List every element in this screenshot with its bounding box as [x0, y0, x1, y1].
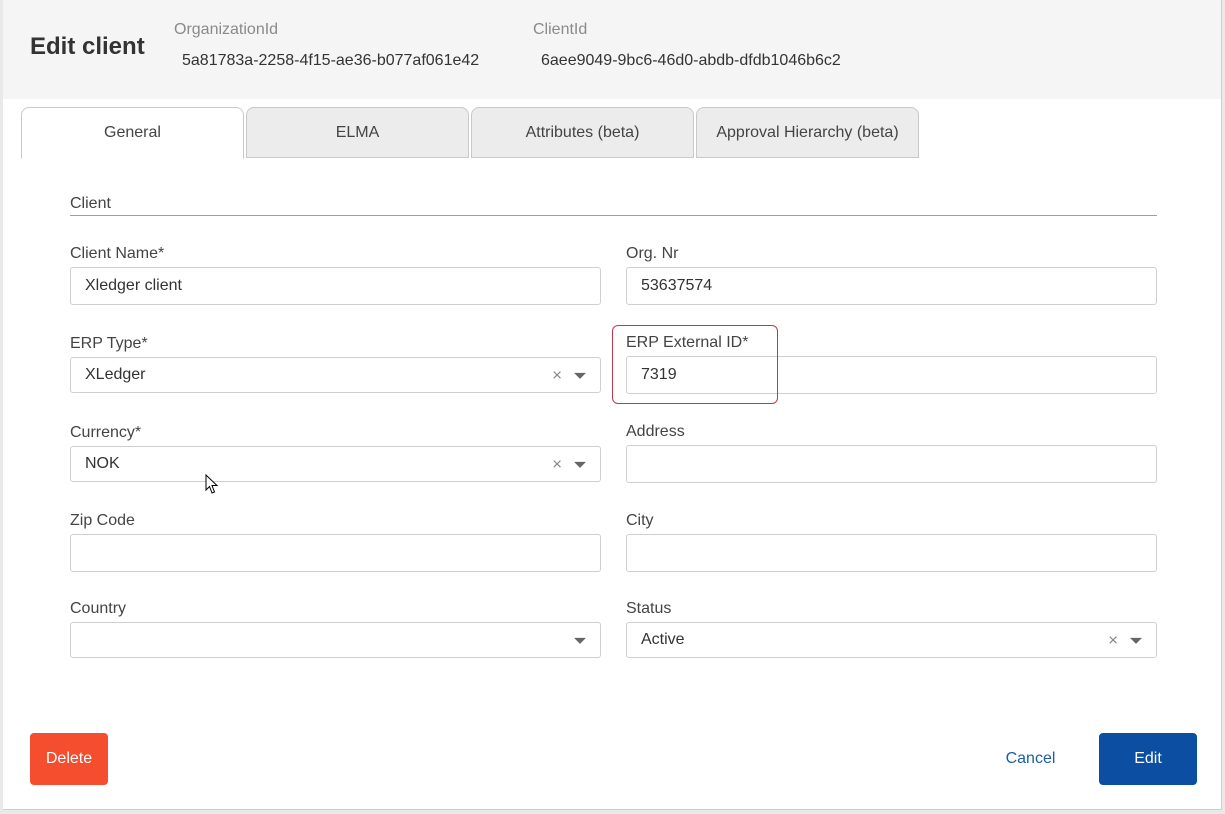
chevron-down-icon[interactable]	[1130, 637, 1142, 644]
address-input[interactable]	[626, 445, 1157, 483]
chevron-down-icon[interactable]	[574, 461, 586, 468]
erp-external-id-value: 7319	[641, 366, 677, 383]
client-id-value: 6aee9049-9bc6-46d0-abdb-dfdb1046b6c2	[541, 52, 841, 69]
country-select[interactable]	[70, 622, 601, 658]
tab-approval-hierarchy[interactable]: Approval Hierarchy (beta)	[696, 107, 919, 158]
client-id-label: ClientId	[533, 21, 588, 38]
organization-id-label: OrganizationId	[174, 21, 279, 38]
section-title-client: Client	[70, 195, 111, 212]
client-name-label: Client Name*	[70, 245, 165, 262]
edit-button[interactable]: Edit	[1099, 733, 1197, 785]
client-name-input[interactable]: Xledger client	[70, 267, 601, 305]
mouse-pointer-icon	[205, 474, 219, 494]
tab-attributes[interactable]: Attributes (beta)	[471, 107, 694, 158]
org-nr-value: 53637574	[641, 277, 713, 294]
section-divider	[70, 215, 1157, 216]
currency-select[interactable]: NOK ×	[70, 446, 601, 482]
country-label: Country	[70, 600, 127, 617]
clear-icon[interactable]: ×	[1108, 632, 1118, 649]
erp-type-label: ERP Type*	[70, 335, 148, 352]
delete-button[interactable]: Delete	[30, 733, 108, 785]
city-input[interactable]	[626, 534, 1157, 572]
clear-icon[interactable]: ×	[552, 456, 562, 473]
organization-id-value: 5a81783a-2258-4f15-ae36-b077af061e42	[182, 52, 480, 69]
erp-external-id-label: ERP External ID*	[626, 334, 749, 351]
chevron-down-icon[interactable]	[574, 372, 586, 379]
org-nr-input[interactable]: 53637574	[626, 267, 1157, 305]
zip-code-label: Zip Code	[70, 512, 135, 529]
currency-value: NOK	[85, 455, 120, 472]
address-label: Address	[626, 423, 685, 440]
client-name-value: Xledger client	[85, 277, 182, 294]
status-value: Active	[641, 631, 685, 648]
edit-client-dialog: Edit client OrganizationId 5a81783a-2258…	[3, 0, 1222, 810]
page-title: Edit client	[30, 33, 145, 60]
status-label: Status	[626, 600, 672, 617]
cancel-button[interactable]: Cancel	[988, 733, 1073, 785]
tab-elma[interactable]: ELMA	[246, 107, 469, 158]
org-nr-label: Org. Nr	[626, 245, 679, 262]
status-select[interactable]: Active ×	[626, 622, 1157, 658]
erp-type-select[interactable]: XLedger ×	[70, 357, 601, 393]
erp-external-id-input[interactable]: 7319	[626, 356, 1157, 394]
city-label: City	[626, 512, 654, 529]
dialog-header: Edit client OrganizationId 5a81783a-2258…	[3, 0, 1221, 99]
zip-code-input[interactable]	[70, 534, 601, 572]
chevron-down-icon[interactable]	[574, 637, 586, 644]
clear-icon[interactable]: ×	[552, 367, 562, 384]
tab-general[interactable]: General	[21, 107, 244, 159]
erp-type-value: XLedger	[85, 366, 146, 383]
currency-label: Currency*	[70, 424, 142, 441]
